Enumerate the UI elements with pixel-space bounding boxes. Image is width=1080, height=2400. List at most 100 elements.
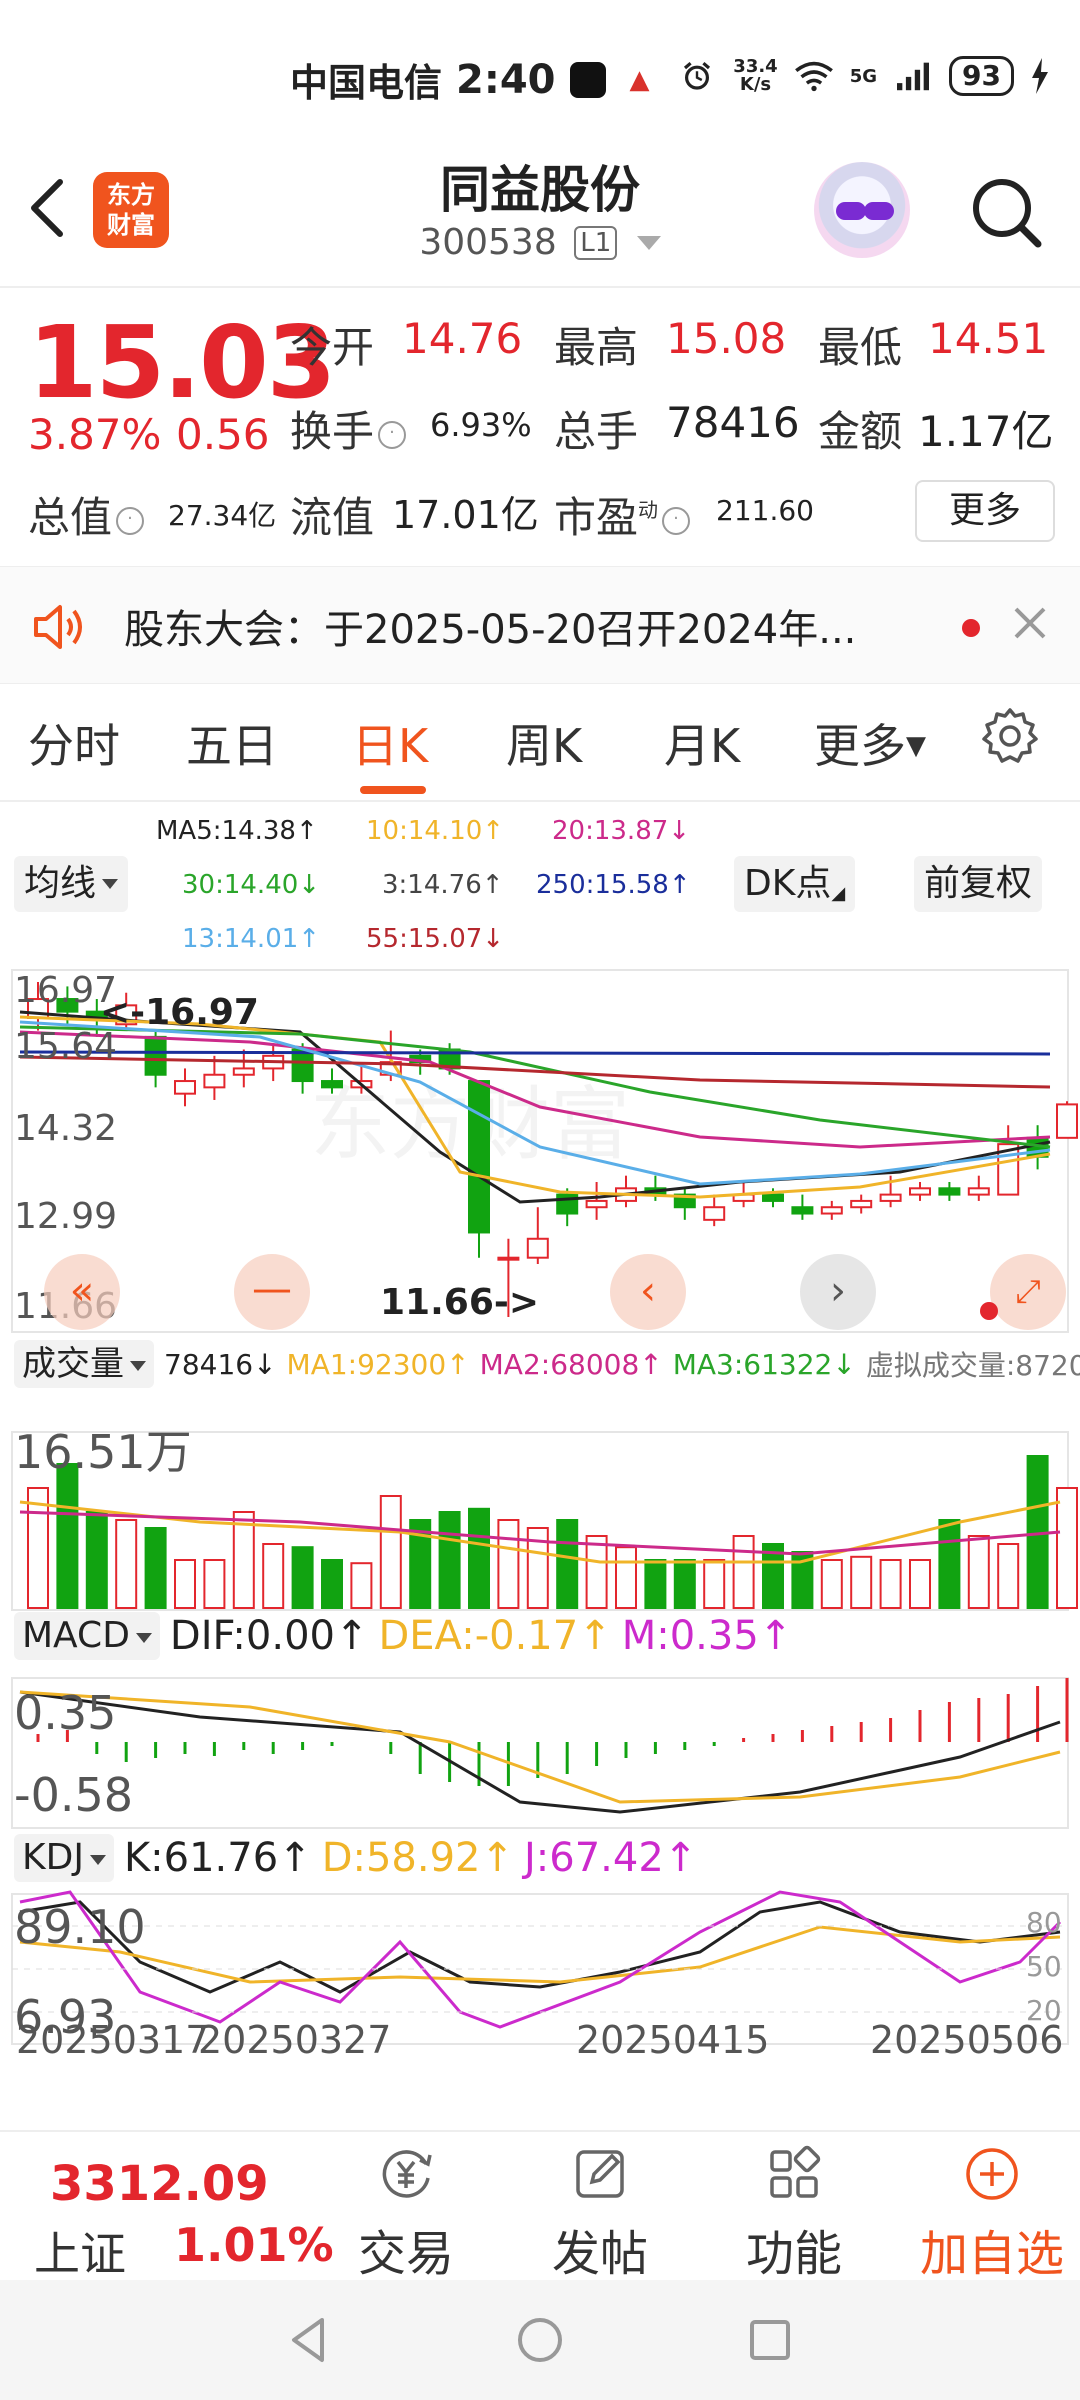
tab-intraday[interactable]: 分时 <box>28 710 120 776</box>
candle-body <box>820 1206 843 1215</box>
volume-bar <box>232 1511 255 1609</box>
speaker-icon <box>34 605 82 649</box>
carrier-name: 中国电信 <box>290 61 443 105</box>
candle-body <box>791 1206 814 1215</box>
info-icon[interactable]: · <box>378 420 407 449</box>
live-dot <box>980 1302 998 1320</box>
zoom-out-button[interactable]: — <box>234 1254 310 1330</box>
volume-selector[interactable]: 成交量 <box>14 1340 154 1388</box>
functions-button[interactable]: 功能 <box>724 2142 864 2284</box>
turnover-label: 换手 · <box>290 398 407 459</box>
system-nav-bar <box>0 2280 1080 2400</box>
fullscreen-icon[interactable]: ⤢ <box>990 1254 1066 1330</box>
signal-icon <box>897 62 930 91</box>
tiktok-icon <box>569 61 606 98</box>
change-percent: 3.87% <box>28 410 162 459</box>
volume-bar <box>321 1559 343 1609</box>
announcement-bar[interactable]: 股东大会：于2025-05-20召开2024年... <box>0 566 1080 684</box>
edit-icon <box>576 2150 624 2198</box>
tab-five-day[interactable]: 五日 <box>186 710 278 776</box>
volume-bar <box>85 1511 108 1609</box>
scroll-left-fast-button[interactable]: « <box>44 1254 120 1330</box>
post-button[interactable]: 发帖 <box>530 2142 670 2284</box>
unread-dot <box>962 619 980 637</box>
min-price-marker: 11.66-> <box>380 1282 539 1323</box>
robot-eye-icon <box>864 202 894 220</box>
kline-y-tick: 12.99 <box>14 1196 118 1237</box>
trade-label: 交易 <box>357 2226 454 2282</box>
volume-bar <box>967 1535 990 1609</box>
volume-ma1: MA1:92300↑ <box>286 1347 470 1381</box>
tab-daily-k[interactable]: 日K <box>352 710 428 776</box>
scroll-left-button[interactable]: ‹ <box>610 1254 686 1330</box>
more-quote-button[interactable]: 更多 <box>915 480 1055 542</box>
open-value: 14.76 <box>402 314 523 363</box>
volume-bar <box>997 1543 1020 1609</box>
volume-bar <box>732 1535 755 1609</box>
kline-chart-area: MA5:14.38↑ 10:14.10↑ 20:13.87↓ 30:14.40↓… <box>0 802 1080 2092</box>
macd-selector[interactable]: MACD <box>14 1612 160 1660</box>
active-tab-indicator <box>360 786 426 794</box>
add-watchlist-button[interactable]: 加自选 <box>912 2142 1072 2284</box>
bottom-nav: 3312.09 上证 1.01% 交易 发帖 功能 加自选 <box>0 2130 1080 2282</box>
volume-panel-header: 成交量 78416↓ MA1:92300↑ MA2:68008↑ MA3:613… <box>14 1340 1080 1388</box>
amount-value: 1.17亿 <box>918 407 1054 456</box>
volume-bar <box>1056 1487 1078 1609</box>
mktcap-label: 总值 · <box>28 484 145 545</box>
chevron-down-icon <box>89 1855 106 1865</box>
stock-code-selector[interactable]: 300538 L1 <box>0 222 1080 263</box>
charging-icon <box>1032 58 1048 94</box>
kdj-j: J:67.42↑ <box>524 1835 698 1881</box>
volume-bar <box>556 1519 579 1609</box>
candle-body <box>321 1080 343 1089</box>
last-price: 15.03 <box>28 304 336 421</box>
x-axis-label: 20250317 <box>16 2018 210 2062</box>
index-quote-button[interactable]: 3312.09 上证 1.01% <box>0 2132 334 2282</box>
volume-bar <box>615 1546 637 1610</box>
volume-bar <box>379 1495 402 1609</box>
macd-m: M:0.35↑ <box>621 1613 793 1659</box>
kdj-selector[interactable]: KDJ <box>14 1834 114 1882</box>
close-icon[interactable] <box>1010 603 1050 643</box>
x-axis-label: 20250327 <box>198 2018 392 2062</box>
tab-more[interactable]: 更多▼ <box>814 710 926 776</box>
volume-bar <box>673 1559 696 1609</box>
info-icon[interactable]: · <box>116 506 145 535</box>
index-value: 3312.09 <box>50 2156 269 2212</box>
stock-header: 东方 财富 同益股份 300538 L1 <box>0 150 1080 288</box>
volume-bar <box>468 1507 490 1609</box>
chevron-down-icon: ▼ <box>906 731 926 761</box>
volume-ma3: MA3:61322↓ <box>672 1347 856 1381</box>
plus-circle-icon <box>966 2148 1018 2200</box>
kdj-d: D:58.92↑ <box>321 1835 514 1881</box>
ai-assistant-avatar[interactable] <box>814 162 910 258</box>
volume-bar <box>703 1559 726 1609</box>
candle-body <box>879 1193 902 1202</box>
volume-bar <box>174 1559 196 1609</box>
candle-body <box>703 1206 726 1221</box>
macd-panel-header: MACD DIF:0.00↑ DEA:-0.17↑ M:0.35↑ <box>14 1612 792 1660</box>
back-nav-icon[interactable] <box>280 2310 340 2370</box>
trade-button[interactable]: 交易 <box>336 2142 476 2284</box>
macd-dea: DEA:-0.17↑ <box>378 1613 612 1659</box>
scroll-right-button[interactable]: › <box>800 1254 876 1330</box>
volume-y-max: 16.51万 <box>14 1425 192 1479</box>
ma250-line <box>19 1050 1051 1056</box>
info-icon[interactable]: · <box>662 506 691 535</box>
volume-bar <box>585 1535 608 1609</box>
period-tabs: 分时 五日 日K 周K 月K 更多▼ <box>0 684 1080 802</box>
candle-body <box>967 1187 990 1196</box>
clock-time: 2:40 <box>456 56 556 103</box>
chevron-down-icon <box>130 1361 146 1371</box>
home-nav-icon[interactable] <box>510 2310 570 2370</box>
tab-weekly-k[interactable]: 周K <box>506 710 582 776</box>
volume-value: 78416 <box>666 398 800 447</box>
gear-icon[interactable] <box>980 706 1040 766</box>
candle-body <box>497 1256 520 1261</box>
volume-label: 总手 <box>554 407 639 456</box>
tab-monthly-k[interactable]: 月K <box>664 710 740 776</box>
recents-nav-icon[interactable] <box>740 2310 800 2370</box>
macd-dea-line <box>19 1690 1061 1804</box>
search-icon[interactable] <box>966 172 1046 252</box>
kdj-level-label: 50 <box>1026 1950 1062 1983</box>
